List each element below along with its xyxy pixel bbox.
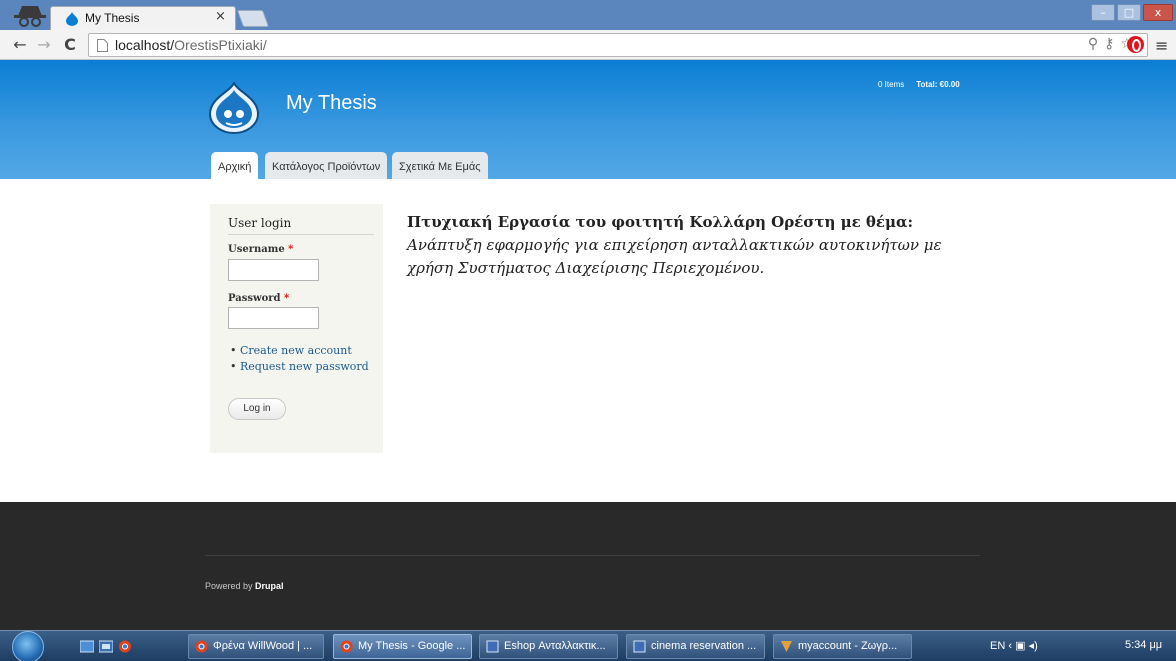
taskbar-clock[interactable]: 5:34 μμ xyxy=(1125,639,1162,651)
browser-toolbar: ← → C localhost/OrestisPtixiaki/ ⚲⚷☆ xyxy=(0,30,1176,60)
opera-extension-icon[interactable] xyxy=(1127,36,1144,53)
incognito-icon xyxy=(14,6,46,27)
taskbar-button-willwood[interactable]: Φρένα WillWood | ... xyxy=(188,634,324,659)
windows-taskbar: Φρένα WillWood | ... My Thesis - Google … xyxy=(0,630,1176,661)
start-button[interactable] xyxy=(12,631,44,661)
login-block-title: User login xyxy=(228,216,292,230)
taskbar-button-label: Eshop Ανταλλακτικ... xyxy=(504,640,606,652)
taskbar-button-my-thesis[interactable]: My Thesis - Google ... xyxy=(333,634,472,659)
user-login-block: User login Username * Password * Create … xyxy=(210,204,383,453)
taskbar-button-label: Φρένα WillWood | ... xyxy=(213,640,313,652)
chrome-icon[interactable] xyxy=(118,640,132,653)
browser-tab-my-thesis[interactable]: My Thesis × xyxy=(50,6,236,30)
site-footer: Powered by Drupal xyxy=(0,502,1176,630)
taskbar-button-label: My Thesis - Google ... xyxy=(358,640,466,652)
show-hidden-icons-icon[interactable]: ‹ xyxy=(1008,640,1012,652)
site-name[interactable]: My Thesis xyxy=(286,92,377,115)
cart-total: Total: €0.00 xyxy=(916,80,960,89)
powered-by: Powered by Drupal xyxy=(205,581,284,591)
taskbar-button-cinema[interactable]: cinema reservation ... xyxy=(626,634,765,659)
password-input[interactable] xyxy=(228,307,319,329)
language-indicator[interactable]: EN xyxy=(990,640,1005,652)
taskbar-button-label: myaccount - Ζωγρ... xyxy=(798,640,898,652)
drupal-link[interactable]: Drupal xyxy=(255,581,284,591)
tab-product-catalog[interactable]: Κατάλογος Προϊόντων xyxy=(265,152,388,179)
login-links: Create new account Request new password xyxy=(230,344,369,376)
browser-tab-title: My Thesis xyxy=(85,11,140,25)
required-marker: * xyxy=(288,244,294,255)
username-input[interactable] xyxy=(228,259,319,281)
taskbar-button-eshop[interactable]: Eshop Ανταλλακτικ... xyxy=(479,634,618,659)
page-icon xyxy=(97,39,108,52)
taskbar-button-label: cinema reservation ... xyxy=(651,640,757,652)
browser-tabstrip: My Thesis × – □ x xyxy=(0,0,1176,30)
volume-icon[interactable]: ◂) xyxy=(1029,640,1038,652)
thesis-heading: Πτυχιακή Εργασία του φοιτητή Κολλάρη Ορέ… xyxy=(407,213,914,231)
drupal-logo-icon[interactable] xyxy=(208,82,260,134)
address-url: localhost/OrestisPtixiaki/ xyxy=(115,37,267,53)
menu-icon[interactable]: ≡ xyxy=(1155,36,1168,55)
login-button[interactable]: Log in xyxy=(228,398,286,420)
new-tab-button[interactable] xyxy=(236,10,270,27)
login-title-divider xyxy=(228,234,374,235)
cart-summary[interactable]: 0 Items Total: €0.00 xyxy=(878,80,960,89)
network-icon[interactable]: ▣ xyxy=(1015,640,1025,652)
vim-icon xyxy=(781,641,792,652)
search-icon[interactable]: ⚲ xyxy=(1088,36,1104,52)
thesis-subject: Ανάπτυξη εφαρμογής για επιχείρηση ανταλλ… xyxy=(407,236,942,277)
tab-close-icon[interactable]: × xyxy=(215,9,226,24)
drupal-favicon-icon xyxy=(66,12,78,26)
site-header: My Thesis 0 Items Total: €0.00 Αρχική Κατ… xyxy=(0,60,1176,180)
key-icon[interactable]: ⚷ xyxy=(1104,36,1120,52)
explorer-icon[interactable] xyxy=(99,640,113,653)
create-account-link[interactable]: Create new account xyxy=(230,344,369,360)
window-minimize-button[interactable]: – xyxy=(1091,4,1115,21)
cart-items: 0 Items xyxy=(878,80,905,89)
chrome-icon xyxy=(195,640,208,653)
system-tray: EN ‹ ▣ ◂) xyxy=(990,639,1038,652)
taskbar-button-myaccount[interactable]: myaccount - Ζωγρ... xyxy=(773,634,912,659)
document-icon xyxy=(486,640,499,653)
footer-divider xyxy=(205,555,980,556)
address-bar[interactable]: localhost/OrestisPtixiaki/ ⚲⚷☆ xyxy=(88,33,1148,57)
tab-about-us[interactable]: Σχετικά Με Εμάς xyxy=(392,152,488,179)
forward-arrow-icon[interactable]: → xyxy=(34,35,54,54)
password-label: Password * xyxy=(228,293,290,304)
reload-icon[interactable]: C xyxy=(60,35,80,54)
url-path: OrestisPtixiaki/ xyxy=(174,37,267,53)
show-desktop-icon[interactable] xyxy=(80,640,94,653)
chrome-icon xyxy=(340,640,353,653)
window-maximize-button[interactable]: □ xyxy=(1117,4,1141,21)
username-label: Username * xyxy=(228,244,294,255)
url-host: localhost/ xyxy=(115,37,175,53)
back-arrow-icon[interactable]: ← xyxy=(10,35,30,54)
window-close-button[interactable]: x xyxy=(1143,4,1173,21)
required-marker: * xyxy=(284,293,290,304)
tab-home[interactable]: Αρχική xyxy=(211,152,259,180)
main-content: Πτυχιακή Εργασία του φοιτητή Κολλάρη Ορέ… xyxy=(407,211,982,280)
request-password-link[interactable]: Request new password xyxy=(230,360,369,376)
document-icon xyxy=(633,640,646,653)
